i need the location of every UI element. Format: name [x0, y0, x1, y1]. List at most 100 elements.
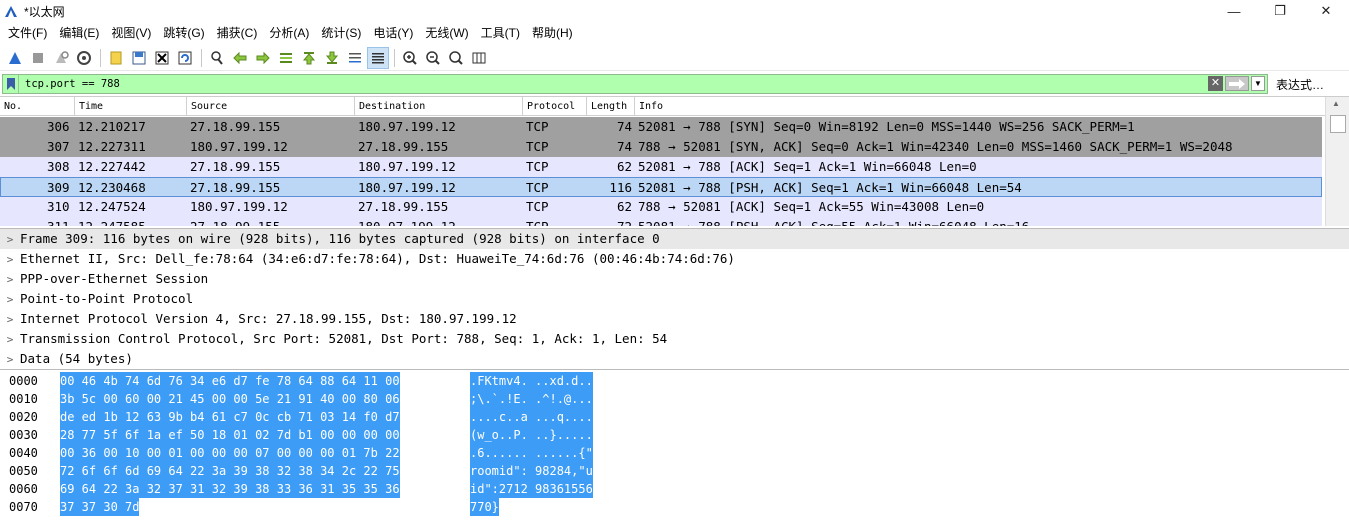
colorize-icon[interactable]: [367, 46, 389, 69]
save-file-icon[interactable]: [128, 47, 150, 69]
bookmark-icon[interactable]: [3, 75, 19, 93]
go-forward-icon[interactable]: [252, 47, 274, 69]
menu-analyze[interactable]: 分析(A): [263, 22, 315, 44]
menu-file[interactable]: 文件(F): [2, 22, 53, 44]
scrollbar-thumb[interactable]: [1330, 115, 1346, 133]
detail-tree-item[interactable]: > Frame 309: 116 bytes on wire (928 bits)…: [0, 229, 1349, 249]
wireshark-logo-icon: [5, 6, 17, 17]
reload-icon[interactable]: [174, 47, 196, 69]
packet-source: 27.18.99.155: [190, 180, 281, 195]
packet-row[interactable]: 308 12.227442 27.18.99.155 180.97.199.12…: [0, 157, 1322, 177]
capture-options-icon[interactable]: [73, 47, 95, 69]
menu-go[interactable]: 跳转(G): [157, 22, 210, 44]
hex-bytes[interactable]: 00 36 00 10 00 01 00 00 00 07 00 00 00 0…: [60, 444, 400, 462]
apply-filter-icon[interactable]: [1225, 76, 1249, 91]
packet-bytes: 0000 00 46 4b 74 6d 76 34 e6 d7 fe 78 64…: [0, 369, 1349, 530]
main-toolbar: [0, 45, 1349, 71]
close-button[interactable]: ✕: [1303, 0, 1349, 22]
column-header-length[interactable]: Length: [587, 97, 635, 116]
chevron-right-icon[interactable]: >: [0, 270, 20, 290]
packet-row[interactable]: 306 12.210217 27.18.99.155 180.97.199.12…: [0, 117, 1322, 137]
toolbar-separator: [100, 48, 101, 67]
chevron-right-icon[interactable]: >: [0, 310, 20, 330]
hex-bytes[interactable]: 69 64 22 3a 32 37 31 32 39 38 33 36 31 3…: [60, 480, 400, 498]
ascii-bytes[interactable]: id":2712 98361556: [470, 480, 593, 498]
hex-bytes[interactable]: 37 37 30 7d: [60, 498, 140, 516]
normal-size-icon[interactable]: [445, 47, 467, 69]
menu-edit[interactable]: 编辑(E): [53, 22, 105, 44]
chevron-right-icon[interactable]: >: [0, 290, 20, 310]
minimize-button[interactable]: —: [1211, 0, 1257, 22]
packet-row[interactable]: 310 12.247524 180.97.199.12 27.18.99.155…: [0, 197, 1322, 217]
chevron-right-icon[interactable]: >: [0, 230, 20, 250]
go-to-packet-icon[interactable]: [275, 47, 297, 69]
detail-tree-item[interactable]: > Data (54 bytes): [0, 349, 1349, 367]
packet-list-scrollbar[interactable]: ▲: [1325, 97, 1349, 226]
zoom-in-icon[interactable]: [399, 47, 421, 69]
column-header-destination[interactable]: Destination: [355, 97, 523, 116]
packet-row-selected[interactable]: 309 12.230468 27.18.99.155 180.97.199.12…: [0, 177, 1322, 197]
hex-offset: 0030: [9, 428, 38, 442]
menu-telephony[interactable]: 电话(Y): [367, 22, 419, 44]
ascii-bytes[interactable]: ;\.`.!E. .^!.@...: [470, 390, 593, 408]
ascii-bytes[interactable]: .6...... ......{": [470, 444, 593, 462]
detail-tree-item[interactable]: > Ethernet II, Src: Dell_fe:78:64 (34:e6:…: [0, 249, 1349, 269]
hex-bytes[interactable]: 72 6f 6f 6d 69 64 22 3a 39 38 32 38 34 2…: [60, 462, 400, 480]
scroll-up-icon[interactable]: ▲: [1332, 99, 1340, 108]
shark-fin-start-icon[interactable]: [4, 47, 26, 69]
chevron-right-icon[interactable]: >: [0, 350, 20, 367]
ascii-bytes[interactable]: (w_o..P. ..}.....: [470, 426, 593, 444]
ascii-bytes[interactable]: 770}: [470, 498, 499, 516]
hex-offset: 0060: [9, 482, 38, 496]
packet-no: 307: [47, 139, 70, 154]
menu-statistics[interactable]: 统计(S): [315, 22, 367, 44]
chevron-right-icon[interactable]: >: [0, 250, 20, 270]
ascii-bytes[interactable]: ....c..a ...q....: [470, 408, 593, 426]
hex-bytes[interactable]: 00 46 4b 74 6d 76 34 e6 d7 fe 78 64 88 6…: [60, 372, 400, 390]
detail-tree-item[interactable]: > PPP-over-Ethernet Session: [0, 269, 1349, 289]
toolbar-separator: [394, 48, 395, 67]
column-header-source[interactable]: Source: [187, 97, 355, 116]
expression-button[interactable]: 表达式…: [1276, 76, 1324, 93]
maximize-button[interactable]: ❐: [1257, 0, 1303, 22]
menu-wireless[interactable]: 无线(W): [419, 22, 474, 44]
ascii-bytes[interactable]: roomid": 98284,"u: [470, 462, 593, 480]
hex-bytes[interactable]: de ed 1b 12 63 9b b4 61 c7 0c cb 71 03 1…: [60, 408, 400, 426]
packet-no: 306: [47, 119, 70, 134]
packet-time: 12.230468: [78, 180, 146, 195]
display-filter-input[interactable]: [19, 75, 1199, 93]
hex-bytes[interactable]: 3b 5c 00 60 00 21 45 00 00 5e 21 91 40 0…: [60, 390, 400, 408]
go-back-icon[interactable]: [229, 47, 251, 69]
restart-icon[interactable]: [50, 47, 72, 69]
go-first-icon[interactable]: [298, 47, 320, 69]
menu-bar: 文件(F) 编辑(E) 视图(V) 跳转(G) 捕获(C) 分析(A) 统计(S…: [0, 22, 1349, 44]
stop-icon[interactable]: [27, 47, 49, 69]
clear-filter-icon[interactable]: ✕: [1208, 76, 1223, 91]
menu-capture[interactable]: 捕获(C): [211, 22, 264, 44]
detail-tree-item[interactable]: > Point-to-Point Protocol: [0, 289, 1349, 309]
chevron-down-icon[interactable]: ▼: [1251, 76, 1265, 91]
packet-row[interactable]: 311 12.247585 27.18.99.155 180.97.199.12…: [0, 217, 1322, 226]
detail-tree-item[interactable]: > Internet Protocol Version 4, Src: 27.18…: [0, 309, 1349, 329]
detail-tree-item[interactable]: > Transmission Control Protocol, Src Port…: [0, 329, 1349, 349]
packet-info: 788 → 52081 [ACK] Seq=1 Ack=55 Win=43008…: [638, 199, 985, 214]
open-file-icon[interactable]: [105, 47, 127, 69]
packet-source: 27.18.99.155: [190, 119, 281, 134]
ascii-bytes[interactable]: .FKtmv4. ..xd.d..: [470, 372, 593, 390]
column-header-info[interactable]: Info: [635, 97, 1325, 116]
chevron-right-icon[interactable]: >: [0, 330, 20, 350]
auto-scroll-icon[interactable]: [344, 47, 366, 69]
menu-tools[interactable]: 工具(T): [475, 22, 526, 44]
zoom-out-icon[interactable]: [422, 47, 444, 69]
menu-help[interactable]: 帮助(H): [526, 22, 579, 44]
column-header-time[interactable]: Time: [75, 97, 187, 116]
packet-row[interactable]: 307 12.227311 180.97.199.12 27.18.99.155…: [0, 137, 1322, 157]
menu-view[interactable]: 视图(V): [105, 22, 157, 44]
column-header-protocol[interactable]: Protocol: [523, 97, 587, 116]
go-last-icon[interactable]: [321, 47, 343, 69]
resize-columns-icon[interactable]: [468, 47, 490, 69]
hex-bytes[interactable]: 28 77 5f 6f 1a ef 50 18 01 02 7d b1 00 0…: [60, 426, 400, 444]
close-file-icon[interactable]: [151, 47, 173, 69]
column-header-no[interactable]: No.: [0, 97, 75, 116]
find-icon[interactable]: [206, 47, 228, 69]
